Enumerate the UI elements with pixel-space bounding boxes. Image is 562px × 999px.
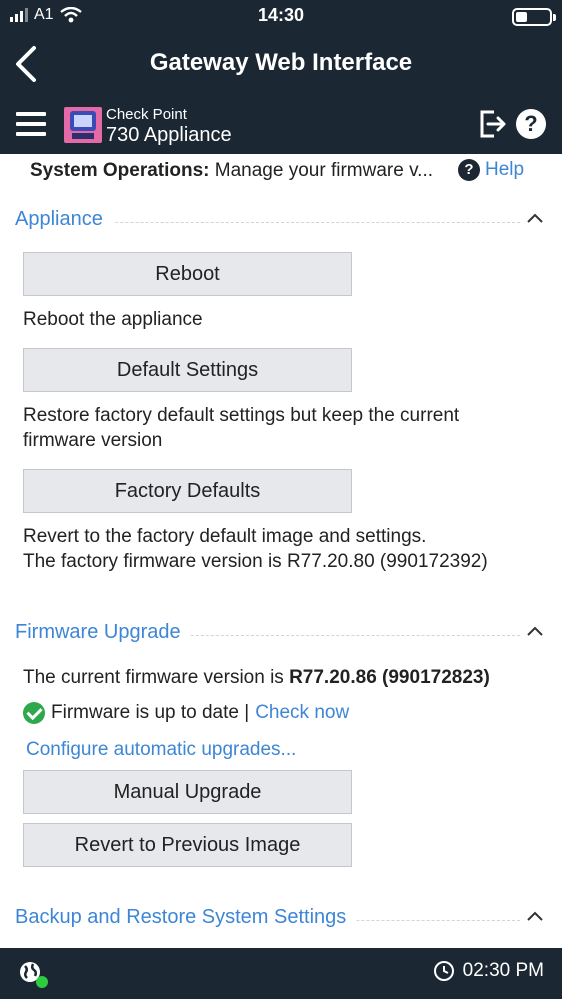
chevron-up-icon[interactable]	[526, 625, 544, 637]
section-firmware-header[interactable]: Firmware Upgrade	[15, 621, 550, 651]
current-firmware-line: The current firmware version is R77.20.8…	[23, 665, 490, 690]
title-bar: Gateway Web Interface	[0, 34, 562, 96]
clock-icon	[433, 961, 454, 981]
firmware-status-text: Firmware is up to date |	[51, 702, 250, 723]
menu-button[interactable]	[16, 112, 48, 138]
footer-time: 02:30 PM	[462, 960, 544, 981]
app-header: Check Point 730 Appliance ?	[0, 96, 562, 154]
default-settings-description-2: firmware version	[23, 430, 163, 451]
default-settings-description-1: Restore factory default settings but kee…	[23, 405, 460, 426]
section-backup-title: Backup and Restore System Settings	[15, 906, 357, 929]
help-link[interactable]: ? Help	[458, 159, 524, 181]
brand-bottom: 730 Appliance	[106, 124, 232, 146]
battery-fill	[516, 12, 527, 22]
check-circle-icon	[23, 702, 45, 724]
section-appliance-header[interactable]: Appliance	[15, 208, 550, 238]
footer-bar: 02:30 PM	[0, 948, 562, 999]
appliance-logo	[64, 107, 102, 143]
default-settings-button[interactable]: Default Settings	[23, 348, 352, 392]
reboot-button[interactable]: Reboot	[23, 252, 352, 296]
logout-button[interactable]	[476, 108, 508, 140]
logout-icon	[480, 110, 506, 138]
current-firmware-prefix: The current firmware version is	[23, 667, 284, 688]
check-now-link[interactable]: Check now	[255, 702, 349, 724]
app-screen: A1 14:30 Gateway Web Interface Check Poi…	[0, 0, 562, 999]
help-icon[interactable]: ?	[516, 109, 546, 139]
factory-defaults-description-1: Revert to the factory default image and …	[23, 526, 427, 547]
page-title: Gateway Web Interface	[149, 49, 413, 76]
chevron-up-icon[interactable]	[526, 910, 544, 922]
status-bar: A1 14:30	[0, 0, 562, 34]
section-backup-header[interactable]: Backup and Restore System Settings	[15, 906, 550, 936]
page-label: System Operations:	[30, 160, 210, 181]
battery-icon	[512, 8, 556, 26]
manual-upgrade-button[interactable]: Manual Upgrade	[23, 770, 352, 814]
firmware-status: Firmware is up to date | Check now	[23, 702, 349, 724]
current-firmware-version: R77.20.86 (990172823)	[289, 667, 490, 688]
connection-status-dot	[36, 976, 48, 988]
revert-image-button[interactable]: Revert to Previous Image	[23, 823, 352, 867]
page-description: Manage your firmware v...	[214, 160, 434, 181]
factory-defaults-description-2: The factory firmware version is R77.20.8…	[23, 551, 488, 572]
page-heading: System Operations: Manage your firmware …	[30, 160, 433, 182]
reboot-description: Reboot the appliance	[23, 309, 203, 330]
help-circle-icon: ?	[458, 159, 480, 181]
configure-upgrades-link[interactable]: Configure automatic upgrades...	[26, 737, 296, 762]
footer-clock: 02:30 PM	[433, 960, 544, 982]
brand-top: Check Point	[106, 106, 187, 123]
clock-time: 14:30	[257, 5, 305, 25]
main-content: System Operations: Manage your firmware …	[0, 154, 562, 948]
factory-defaults-button[interactable]: Factory Defaults	[23, 469, 352, 513]
help-label: Help	[485, 159, 525, 180]
section-appliance-title: Appliance	[15, 208, 113, 231]
section-firmware-title: Firmware Upgrade	[15, 621, 191, 644]
chevron-up-icon[interactable]	[526, 212, 544, 224]
